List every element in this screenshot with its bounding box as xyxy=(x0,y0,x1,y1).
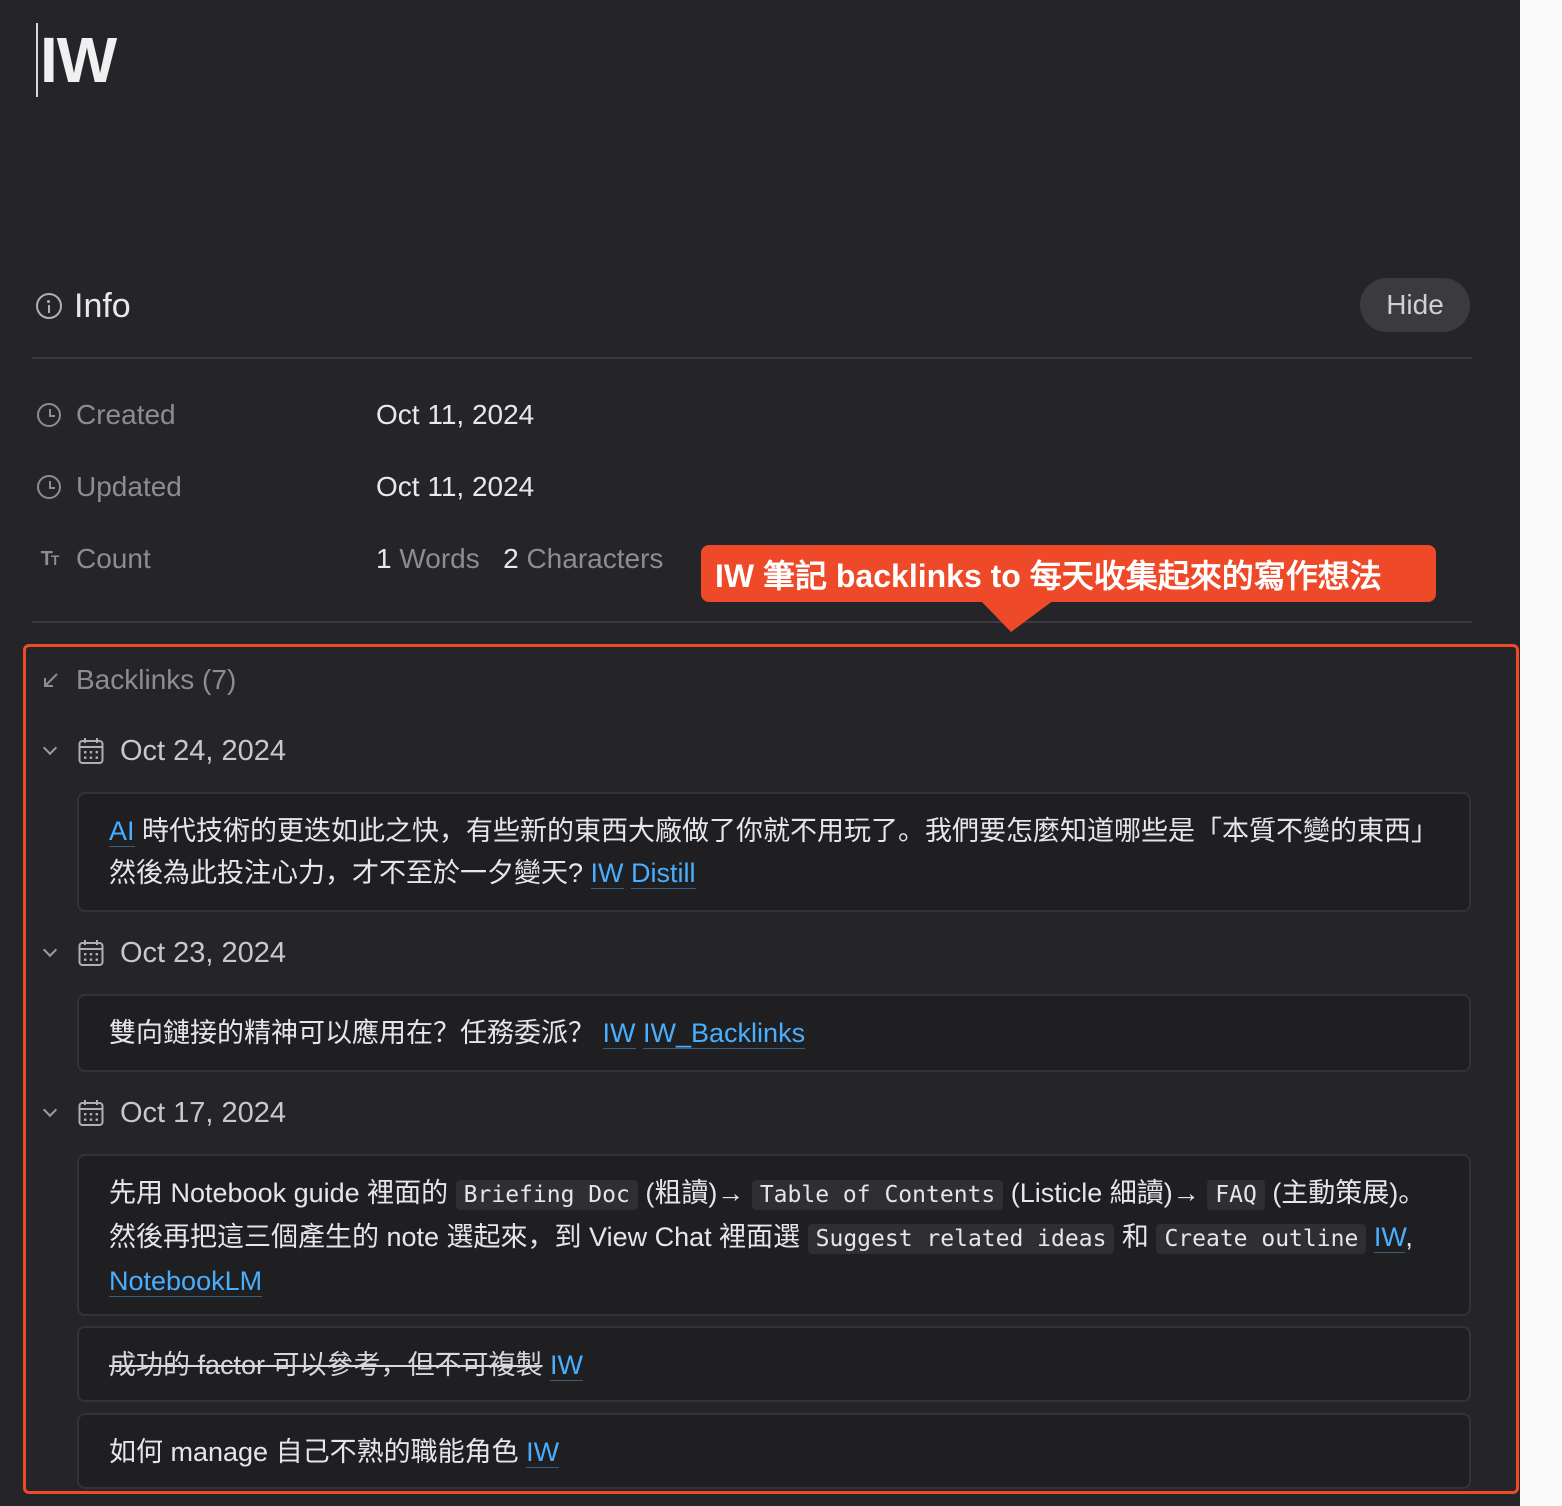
updated-label: Updated xyxy=(76,471,182,502)
count-row: TT Count 1 Words 2 Characters xyxy=(36,539,664,579)
link-iw[interactable]: IW xyxy=(526,1437,560,1468)
words-unit: Words xyxy=(399,543,480,574)
backlink-card[interactable]: 先用 Notebook guide 裡面的 Briefing Doc (粗讀)→… xyxy=(77,1154,1471,1316)
text-cursor xyxy=(36,23,38,97)
note-page: IW Info Hide Created Oct 11, 2024 Update… xyxy=(0,0,1562,1506)
chevron-down-icon[interactable] xyxy=(40,1103,60,1123)
backlink-card[interactable]: 雙向鏈接的精神可以應用在？任務委派？ IW IW_Backlinks xyxy=(77,994,1471,1072)
backlinks-header[interactable]: Backlinks (7) xyxy=(40,660,236,700)
info-label: Info xyxy=(74,286,131,325)
backlink-arrow-icon xyxy=(40,669,62,691)
link-distill[interactable]: Distill xyxy=(631,858,696,889)
calendar-icon xyxy=(78,940,104,966)
hide-info-button[interactable]: Hide xyxy=(1360,278,1470,332)
updated-value: Oct 11, 2024 xyxy=(376,471,535,502)
backlink-card[interactable]: AI 時代技術的更迭如此之快，有些新的東西大廠做了你就不用玩了。我們要怎麼知道哪… xyxy=(77,792,1471,912)
text-size-icon: TT xyxy=(40,547,60,570)
backlink-text: (Listicle 細讀)→ xyxy=(1003,1178,1208,1208)
link-ai[interactable]: AI xyxy=(109,816,135,847)
code-create-outline: Create outline xyxy=(1156,1224,1367,1254)
backlinks-label: Backlinks (7) xyxy=(76,664,237,695)
backlink-date[interactable]: Oct 17, 2024 xyxy=(120,1097,286,1130)
window-edge xyxy=(1520,0,1562,1506)
link-iw[interactable]: IW xyxy=(590,858,624,889)
backlink-date-group[interactable]: Oct 17, 2024 xyxy=(40,1093,286,1133)
link-iw[interactable]: IW xyxy=(550,1350,584,1381)
created-label: Created xyxy=(76,399,176,430)
count-value: 1 Words 2 Characters xyxy=(376,543,663,575)
backlink-text: , xyxy=(1405,1222,1413,1252)
link-iw[interactable]: IW xyxy=(602,1018,636,1049)
note-title[interactable]: IW xyxy=(36,22,117,98)
note-title-text[interactable]: IW xyxy=(40,22,117,98)
chars-count: 2 xyxy=(503,543,519,574)
backlink-text: 雙向鏈接的精神可以應用在？任務委派？ xyxy=(109,1018,603,1048)
annotation-callout-tail xyxy=(980,600,1072,632)
code-briefing-doc: Briefing Doc xyxy=(455,1180,638,1210)
chevron-down-icon[interactable] xyxy=(40,943,60,963)
code-suggest-related-ideas: Suggest related ideas xyxy=(807,1224,1115,1254)
info-header: Info Hide xyxy=(36,278,1470,332)
backlink-date[interactable]: Oct 24, 2024 xyxy=(120,735,286,768)
backlink-date-group[interactable]: Oct 23, 2024 xyxy=(40,933,286,973)
words-count: 1 xyxy=(376,543,392,574)
clock-icon xyxy=(36,474,62,500)
code-table-of-contents: Table of Contents xyxy=(751,1180,1004,1210)
clock-icon xyxy=(36,402,62,428)
backlink-date[interactable]: Oct 23, 2024 xyxy=(120,937,286,970)
link-iw[interactable]: IW xyxy=(1373,1222,1406,1253)
created-value: Oct 11, 2024 xyxy=(376,399,535,430)
backlink-card[interactable]: 成功的 factor 可以參考，但不可複製 IW xyxy=(77,1326,1471,1402)
code-faq: FAQ xyxy=(1207,1180,1265,1210)
info-divider-top xyxy=(32,357,1472,359)
chars-unit: Characters xyxy=(526,543,664,574)
link-iw-backlinks[interactable]: IW_Backlinks xyxy=(643,1018,806,1049)
chevron-down-icon[interactable] xyxy=(40,741,60,761)
link-notebooklm[interactable]: NotebookLM xyxy=(109,1266,263,1297)
backlink-text: 和 xyxy=(1114,1222,1157,1252)
backlink-text: (粗讀)→ xyxy=(637,1178,752,1208)
updated-row: Updated Oct 11, 2024 xyxy=(36,467,534,507)
count-label: Count xyxy=(76,543,151,574)
info-divider-bottom xyxy=(32,621,1472,623)
backlink-text: 如何 manage 自己不熟的職能角色 xyxy=(109,1437,527,1467)
calendar-icon xyxy=(78,1100,104,1126)
backlink-text xyxy=(1366,1222,1374,1252)
backlink-date-group[interactable]: Oct 24, 2024 xyxy=(40,731,286,771)
calendar-icon xyxy=(78,738,104,764)
backlink-text: 時代技術的更迭如此之快，有些新的東西大廠做了你就不用玩了。我們要怎麼知道哪些是「… xyxy=(109,816,1439,888)
backlink-text-strikethrough: 成功的 factor 可以參考，但不可複製 xyxy=(109,1350,543,1380)
created-row: Created Oct 11, 2024 xyxy=(36,395,534,435)
info-icon xyxy=(36,293,62,319)
backlink-card[interactable]: 如何 manage 自己不熟的職能角色 IW xyxy=(77,1413,1471,1489)
backlink-text: 先用 Notebook guide 裡面的 xyxy=(109,1178,456,1208)
annotation-callout: IW 筆記 backlinks to 每天收集起來的寫作想法 xyxy=(701,545,1436,602)
